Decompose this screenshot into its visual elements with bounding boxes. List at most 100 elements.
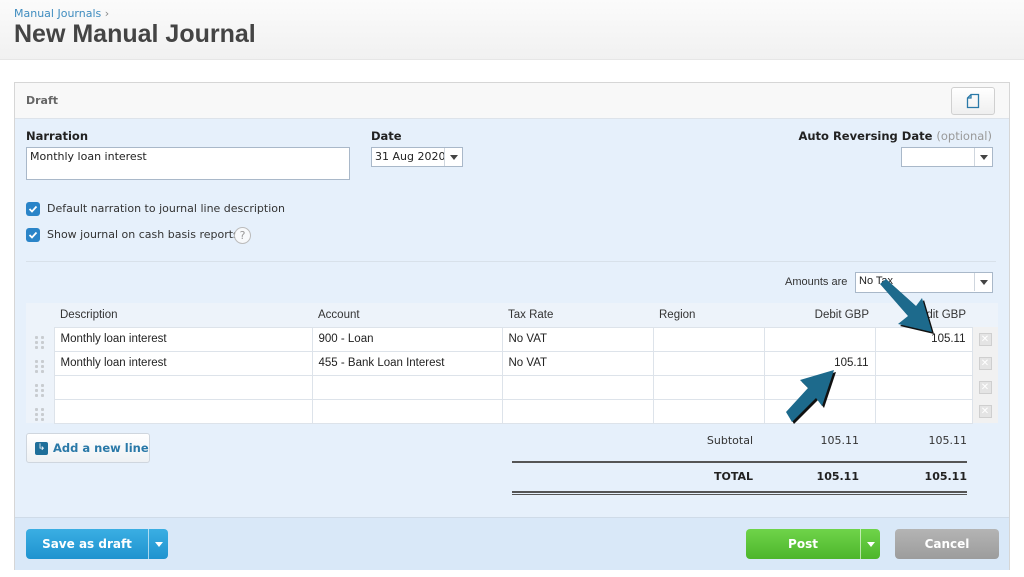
total-credit: 105.11 bbox=[924, 470, 967, 483]
table-header-row: Description Account Tax Rate Region Debi… bbox=[26, 303, 998, 327]
narration-label: Narration bbox=[26, 129, 89, 143]
amounts-are-dropdown-button[interactable] bbox=[974, 273, 992, 291]
status-bar: Draft bbox=[15, 83, 1009, 119]
column-header-tax-rate: Tax Rate bbox=[502, 303, 653, 327]
add-new-line-button[interactable]: ↳ Add a new line bbox=[26, 433, 150, 463]
amounts-are-label: Amounts are bbox=[785, 276, 848, 288]
column-header-region: Region bbox=[653, 303, 764, 327]
close-icon: ✕ bbox=[978, 356, 992, 370]
delete-row-button[interactable]: ✕ bbox=[972, 375, 998, 399]
chevron-down-icon bbox=[449, 154, 458, 160]
delete-row-button[interactable]: ✕ bbox=[972, 351, 998, 375]
default-narration-label: Default narration to journal line descri… bbox=[47, 202, 285, 215]
drag-handle[interactable] bbox=[26, 399, 54, 423]
drag-handle[interactable] bbox=[26, 327, 54, 351]
drag-handle[interactable] bbox=[26, 351, 54, 375]
cell-tax-rate[interactable] bbox=[501, 374, 654, 400]
date-input[interactable]: 31 Aug 2020 bbox=[371, 147, 463, 167]
total-debit: 105.11 bbox=[816, 470, 859, 483]
cell-description[interactable]: Monthly loan interest bbox=[53, 350, 313, 376]
date-value: 31 Aug 2020 bbox=[375, 150, 446, 163]
optional-hint: (optional) bbox=[936, 129, 992, 143]
status-label: Draft bbox=[26, 94, 59, 107]
column-header-debit: Debit GBP bbox=[764, 303, 875, 327]
auto-reversing-label-text: Auto Reversing Date bbox=[798, 129, 933, 143]
cell-tax-rate[interactable] bbox=[501, 398, 654, 424]
breadcrumb: Manual Journals › bbox=[14, 7, 109, 20]
drag-handle[interactable] bbox=[26, 375, 54, 399]
page-title: New Manual Journal bbox=[14, 20, 256, 48]
breadcrumb-manual-journals[interactable]: Manual Journals bbox=[14, 7, 101, 20]
cell-description[interactable] bbox=[53, 374, 313, 400]
drag-handle-icon bbox=[35, 407, 45, 421]
subtotal-label: Subtotal bbox=[706, 434, 753, 447]
delete-row-button[interactable]: ✕ bbox=[972, 399, 998, 423]
cell-description[interactable]: Monthly loan interest bbox=[53, 326, 313, 352]
copy-document-icon bbox=[966, 93, 980, 109]
post-label: Post bbox=[788, 537, 818, 551]
breadcrumb-separator: › bbox=[104, 7, 110, 20]
cell-account[interactable] bbox=[311, 374, 503, 400]
auto-reversing-dropdown-button[interactable] bbox=[974, 148, 992, 166]
delete-header bbox=[972, 303, 998, 327]
page-header: Manual Journals › New Manual Journal bbox=[0, 0, 1024, 60]
cancel-button[interactable]: Cancel bbox=[895, 529, 999, 559]
save-as-draft-label: Save as draft bbox=[42, 537, 132, 551]
subtotal-debit: 105.11 bbox=[820, 434, 860, 447]
chevron-down-icon bbox=[154, 541, 163, 547]
total-label: TOTAL bbox=[713, 470, 753, 483]
table-row: ✕ bbox=[26, 398, 998, 424]
cell-credit[interactable] bbox=[874, 374, 973, 400]
column-header-account: Account bbox=[312, 303, 502, 327]
close-icon: ✕ bbox=[978, 380, 992, 394]
save-as-draft-button[interactable]: Save as draft bbox=[26, 529, 168, 559]
auto-reversing-date-input[interactable] bbox=[901, 147, 993, 167]
column-header-description: Description bbox=[54, 303, 312, 327]
cell-tax-rate[interactable]: No VAT bbox=[501, 350, 654, 376]
add-line-icon: ↳ bbox=[35, 441, 48, 455]
close-icon: ✕ bbox=[978, 332, 992, 346]
post-button[interactable]: Post bbox=[746, 529, 880, 559]
journal-lines-table: Description Account Tax Rate Region Debi… bbox=[26, 303, 998, 424]
date-dropdown-button[interactable] bbox=[444, 148, 462, 166]
annotation-arrow-down-right-icon bbox=[880, 279, 934, 334]
checkmark-icon bbox=[28, 231, 38, 239]
cell-credit[interactable] bbox=[874, 350, 973, 376]
drag-handle-icon bbox=[35, 359, 45, 373]
cash-basis-checkbox[interactable] bbox=[26, 228, 40, 242]
narration-input[interactable]: Monthly loan interest bbox=[26, 147, 350, 180]
cell-debit[interactable] bbox=[763, 326, 876, 352]
cell-region[interactable] bbox=[652, 374, 765, 400]
table-row: Monthly loan interest 455 - Bank Loan Int… bbox=[26, 350, 998, 376]
checkmark-icon bbox=[28, 205, 38, 213]
cell-account[interactable]: 900 - Loan bbox=[311, 326, 503, 352]
subtotal-rule bbox=[512, 461, 967, 463]
total-double-rule bbox=[512, 491, 967, 495]
cell-description[interactable] bbox=[53, 398, 313, 424]
cell-region[interactable] bbox=[652, 398, 765, 424]
journal-panel: Draft Narration Monthly loan interest Da… bbox=[14, 82, 1010, 570]
cell-account[interactable]: 455 - Bank Loan Interest bbox=[311, 350, 503, 376]
cell-region[interactable] bbox=[652, 350, 765, 376]
default-narration-checkbox[interactable] bbox=[26, 202, 40, 216]
cell-credit[interactable] bbox=[874, 398, 973, 424]
auto-reversing-label: Auto Reversing Date (optional) bbox=[798, 129, 992, 143]
chevron-down-icon bbox=[979, 154, 988, 160]
cell-tax-rate[interactable]: No VAT bbox=[501, 326, 654, 352]
drag-handle-icon bbox=[35, 335, 45, 349]
cell-region[interactable] bbox=[652, 326, 765, 352]
copy-button[interactable] bbox=[951, 87, 995, 115]
date-label: Date bbox=[371, 129, 402, 143]
cash-basis-label: Show journal on cash basis reports bbox=[47, 228, 239, 241]
drag-handle-icon bbox=[35, 383, 45, 397]
close-icon: ✕ bbox=[978, 404, 992, 418]
subtotal-credit: 105.11 bbox=[928, 434, 968, 447]
post-options-dropdown[interactable] bbox=[860, 529, 880, 559]
help-icon[interactable]: ? bbox=[234, 227, 251, 244]
delete-row-button[interactable]: ✕ bbox=[972, 327, 998, 351]
grip-header bbox=[26, 303, 54, 327]
chevron-down-icon bbox=[979, 279, 988, 285]
save-options-dropdown[interactable] bbox=[148, 529, 168, 559]
cell-account[interactable] bbox=[311, 398, 503, 424]
add-new-line-label: Add a new line bbox=[53, 441, 149, 455]
